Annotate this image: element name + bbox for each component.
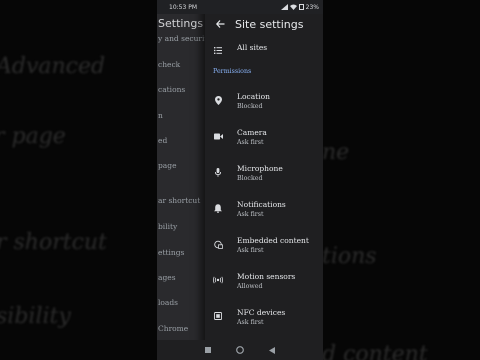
- permission-status: Blocked: [237, 175, 263, 182]
- settings-item[interactable]: ed: [158, 136, 167, 145]
- permission-camera[interactable]: Camera Ask first: [205, 128, 323, 148]
- settings-item[interactable]: n: [158, 111, 163, 120]
- settings-item[interactable]: ages: [158, 273, 176, 282]
- settings-page-behind: Settings y and security check cations n …: [157, 0, 212, 360]
- permission-status: Ask first: [237, 139, 264, 146]
- permission-label: Notifications: [237, 200, 286, 209]
- list-icon: [213, 45, 223, 55]
- permission-status: Ask first: [237, 319, 264, 326]
- settings-item[interactable]: cations: [158, 85, 185, 94]
- status-bar: 10:53 PM 23%: [157, 0, 323, 14]
- home-icon[interactable]: [236, 346, 244, 354]
- background-text: Advanced: [0, 54, 106, 79]
- nfc-icon: [213, 311, 223, 321]
- motion-sensor-icon: [213, 275, 223, 285]
- permission-status: Blocked: [237, 103, 263, 110]
- permission-label: Microphone: [237, 164, 283, 173]
- signal-icon: [280, 4, 288, 10]
- system-nav-bar: [157, 340, 323, 360]
- all-sites-label: All sites: [237, 43, 268, 52]
- permission-label: Embedded content: [237, 236, 309, 245]
- battery-level: 23%: [305, 3, 319, 11]
- site-settings-panel: Site settings All sites Permissions Loca…: [205, 0, 323, 360]
- permissions-section-header: Permissions: [213, 68, 252, 75]
- status-icons: 23%: [280, 3, 319, 11]
- permission-location[interactable]: Location Blocked: [205, 92, 323, 112]
- settings-item[interactable]: ettings: [158, 248, 184, 257]
- background-text: tions: [322, 244, 377, 269]
- permission-notifications[interactable]: Notifications Ask first: [205, 200, 323, 220]
- page-title: Site settings: [235, 17, 304, 31]
- background-text: d content: [322, 342, 428, 360]
- permission-label: Motion sensors: [237, 272, 296, 281]
- settings-item[interactable]: Chrome: [158, 324, 188, 333]
- location-pin-icon: [213, 95, 223, 105]
- phone-screen: 10:53 PM 23% Settings y and security che…: [157, 0, 323, 360]
- settings-item[interactable]: check: [158, 60, 180, 69]
- background-text: ne: [322, 140, 350, 165]
- permission-label: Camera: [237, 128, 267, 137]
- all-sites-item[interactable]: All sites: [205, 42, 323, 55]
- background-text: r shortcut: [0, 230, 107, 255]
- settings-item[interactable]: page: [158, 161, 177, 170]
- back-nav-icon[interactable]: [268, 346, 275, 354]
- permission-status: Ask first: [237, 247, 264, 254]
- permission-embedded-content[interactable]: Embedded content Ask first: [205, 236, 323, 256]
- battery-icon: [298, 4, 304, 10]
- settings-title: Settings: [158, 17, 204, 30]
- permission-status: Ask first: [237, 211, 264, 218]
- settings-item[interactable]: loads: [158, 298, 178, 307]
- settings-item[interactable]: bility: [158, 222, 177, 231]
- permission-status: Allowed: [237, 283, 263, 290]
- camera-icon: [213, 131, 223, 141]
- permission-label: NFC devices: [237, 308, 286, 317]
- recent-apps-icon[interactable]: [205, 347, 212, 353]
- wifi-icon: [289, 4, 297, 10]
- status-time: 10:53 PM: [169, 3, 197, 11]
- back-arrow-icon[interactable]: [211, 15, 229, 33]
- permission-nfc-devices[interactable]: NFC devices Ask first: [205, 308, 323, 328]
- background-text: sibility: [0, 304, 71, 329]
- embedded-content-icon: [213, 239, 223, 249]
- settings-item[interactable]: y and security: [158, 34, 212, 43]
- settings-item[interactable]: ar shortcut: [158, 196, 200, 205]
- permission-label: Location: [237, 92, 270, 101]
- background-text: r page: [0, 124, 66, 149]
- permission-microphone[interactable]: Microphone Blocked: [205, 164, 323, 184]
- permission-motion-sensors[interactable]: Motion sensors Allowed: [205, 272, 323, 292]
- bell-icon: [213, 203, 223, 213]
- app-bar: Site settings: [205, 14, 323, 34]
- microphone-icon: [213, 167, 223, 177]
